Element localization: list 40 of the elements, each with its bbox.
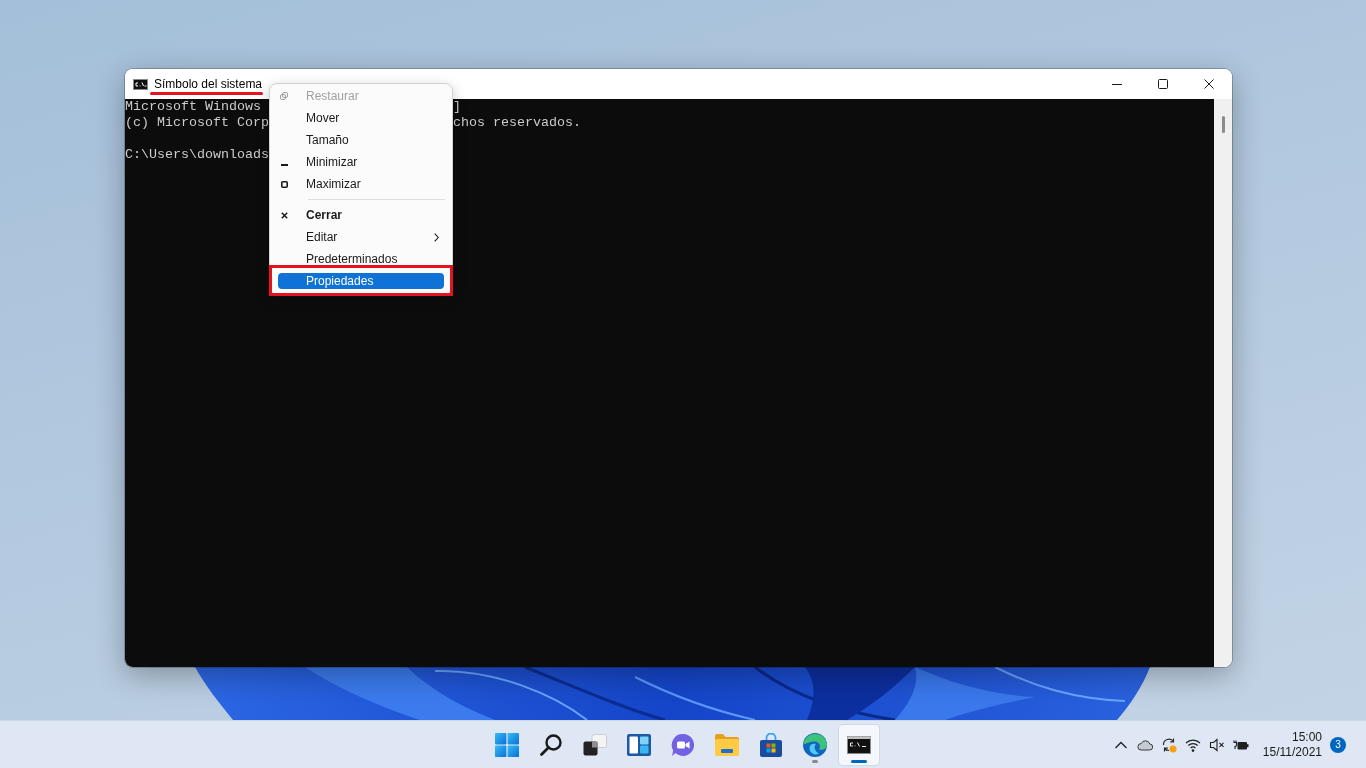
console-text: (c) Microsoft Corp: [125, 115, 269, 131]
scrollbar[interactable]: [1214, 99, 1232, 667]
console-text: Microsoft Windows: [125, 99, 261, 115]
notification-badge[interactable]: 3: [1330, 736, 1346, 753]
menu-item[interactable]: Propiedades: [278, 273, 444, 289]
clock-date[interactable]: 15/11/2021: [1262, 744, 1322, 760]
sync-icon[interactable]: [1160, 736, 1177, 753]
menu-item[interactable]: Predeterminados: [278, 251, 444, 267]
menu-item[interactable]: Editar: [278, 229, 444, 245]
scrollbar-thumb[interactable]: [1221, 116, 1225, 133]
chevron-right-icon: [434, 232, 439, 242]
search-icon: [540, 733, 562, 756]
minimize-icon: [280, 163, 288, 166]
console-text: ]: [453, 99, 461, 115]
restore-icon: [280, 92, 288, 100]
clock-time[interactable]: 15:00: [1291, 729, 1322, 745]
windows-logo-icon: [495, 732, 519, 757]
menu-item[interactable]: Minimizar: [278, 154, 444, 170]
menu-item[interactable]: Tamaño: [278, 132, 444, 148]
speaker-muted-icon[interactable]: [1208, 736, 1225, 753]
browser-swirl-icon: [803, 732, 827, 757]
terminal-icon: [847, 735, 871, 754]
close-icon: [1204, 79, 1214, 89]
terminal-button[interactable]: [839, 724, 879, 765]
video-chat-icon: [671, 732, 695, 757]
menu-item[interactable]: Mover: [278, 110, 444, 126]
maximize-icon: [280, 180, 288, 188]
folder-icon: [715, 733, 739, 756]
maximize-icon: [1158, 79, 1168, 89]
console-prompt: C:\Users\downloads: [125, 147, 269, 163]
task-view-icon: [583, 733, 607, 756]
widgets-icon: [627, 733, 651, 756]
window-title: Símbolo del sistema: [154, 76, 263, 92]
terminal-icon: [133, 78, 148, 90]
menu-item[interactable]: Maximizar: [278, 176, 444, 192]
menu-item[interactable]: Cerrar: [278, 207, 444, 223]
close-icon: [280, 211, 288, 219]
minimize-icon: [1112, 83, 1122, 85]
console-text: chos reservados.: [453, 115, 581, 131]
shopping-bag-icon: [759, 732, 783, 757]
